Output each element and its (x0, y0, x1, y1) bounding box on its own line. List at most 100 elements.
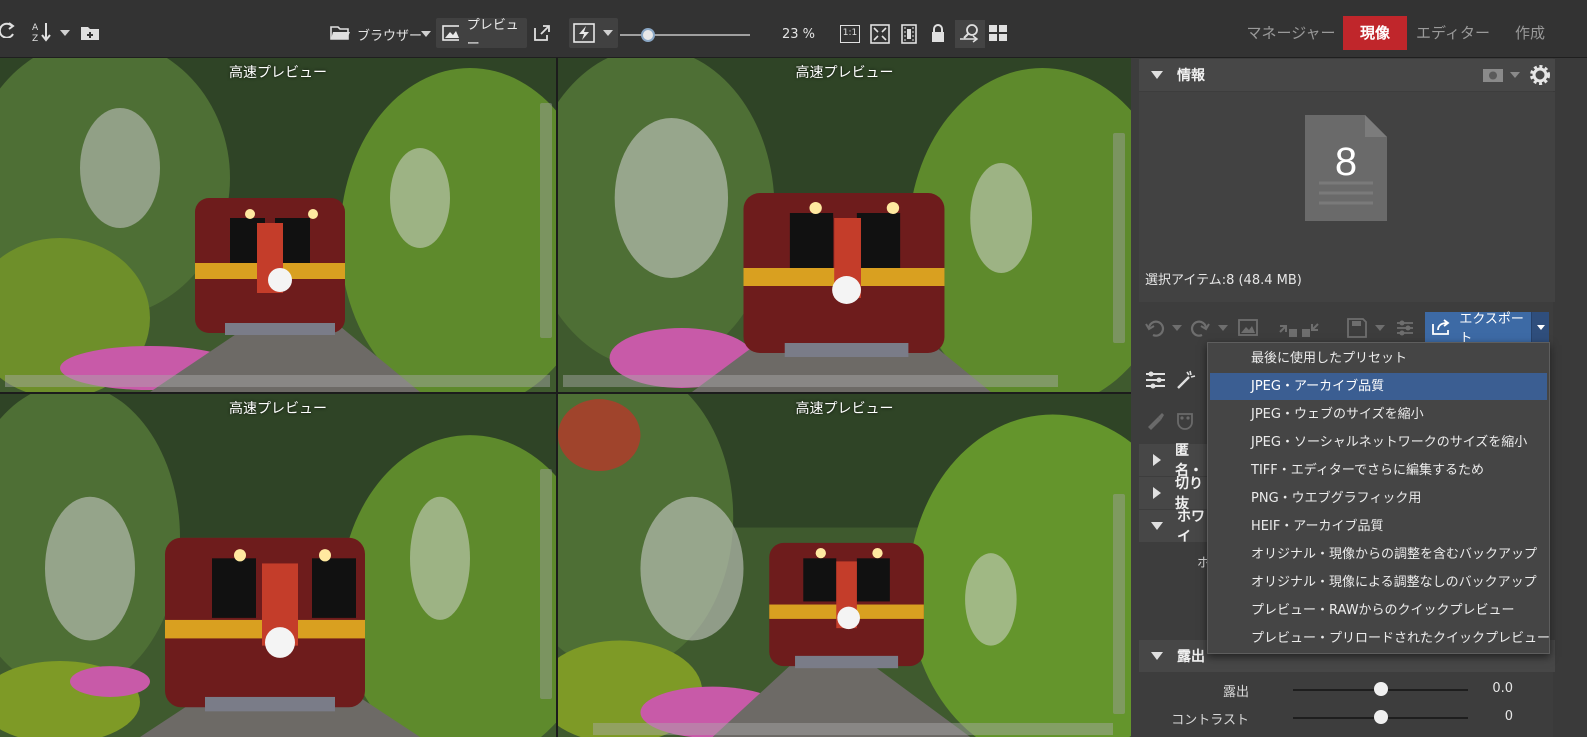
menu-item-heif-archive[interactable]: HEIF・アーカイブ品質 (1210, 513, 1547, 540)
save-icon[interactable] (1347, 318, 1367, 338)
camera-dropdown-icon[interactable] (1510, 72, 1520, 78)
tab-create[interactable]: 作成 (1500, 16, 1560, 50)
thumbnail-hscroll[interactable] (5, 375, 550, 387)
filmstrip-icon[interactable] (900, 24, 918, 44)
thumbnail-caption: 高速プレビュー (795, 401, 894, 417)
thumbnail[interactable]: 高速プレビュー (0, 58, 556, 392)
open-external-icon[interactable] (533, 24, 551, 42)
menu-item-original-without-adjustments[interactable]: オリジナル・現像による調整なしのバックアップ (1210, 569, 1547, 596)
sort-az-icon[interactable]: AZ (32, 21, 72, 43)
thumbnail-vscroll[interactable] (540, 469, 552, 699)
thumbnail[interactable]: 高速プレビュー (0, 394, 556, 737)
menu-item-jpeg-web[interactable]: JPEG・ウェブのサイズを縮小 (1210, 401, 1547, 428)
slider-label: 露出 (1222, 685, 1249, 700)
image-icon (442, 25, 459, 41)
train-photo (0, 58, 556, 392)
grid-view-icon[interactable] (988, 24, 1008, 42)
section-anonymize[interactable]: 匿名・ (1139, 443, 1209, 479)
preview-mode-button[interactable]: プレビュー (436, 18, 527, 52)
undo-icon[interactable] (1145, 318, 1165, 338)
zoom-level: 23 % (782, 27, 816, 42)
menu-item-tiff-editor[interactable]: TIFF・エディターでさらに編集するため (1210, 457, 1547, 484)
quick-fix-button[interactable] (569, 18, 618, 48)
zoom-1-1-button[interactable]: 1:1 (840, 25, 860, 43)
save-dropdown-icon[interactable] (1375, 325, 1385, 331)
section-white-balance[interactable]: ホワイ (1139, 509, 1209, 545)
gear-icon[interactable] (1529, 64, 1551, 86)
preview-mode-label: プレビュー (466, 18, 519, 52)
expand-icon (1153, 454, 1161, 466)
section-crop[interactable]: 切り抜 (1139, 476, 1209, 512)
mask-icon[interactable] (1175, 410, 1195, 430)
menu-item-preview-preloaded[interactable]: プレビュー・プリロードされたクイックプレビュー (1210, 625, 1550, 652)
new-folder-icon[interactable] (80, 24, 102, 42)
redo-dropdown-icon[interactable] (1218, 325, 1228, 331)
compare-button[interactable] (955, 20, 985, 48)
chevron-down-icon (1536, 324, 1545, 330)
thumbnail-vscroll[interactable] (1113, 494, 1125, 714)
section-title: 露出 (1177, 649, 1205, 665)
exposure-slider-row[interactable]: 露出 0.0 (1139, 678, 1555, 700)
selection-count: 8 (1334, 140, 1358, 184)
zoom-slider-track[interactable] (620, 34, 750, 36)
export-button[interactable]: エクスポート (1425, 312, 1531, 346)
top-toolbar: AZ ブラウザー プレビュー 23 % 1:1 マネージャー 現像 エディター … (0, 0, 1587, 58)
train-photo (558, 58, 1131, 392)
fit-screen-icon[interactable] (870, 24, 890, 44)
zoom-slider-knob[interactable] (641, 28, 655, 42)
svg-text:A: A (32, 23, 39, 33)
refresh-icon[interactable] (0, 22, 16, 38)
slider-knob[interactable] (1374, 710, 1388, 724)
panel-scroll-strip[interactable] (1553, 58, 1587, 737)
info-section-title: 情報 (1177, 68, 1205, 84)
lock-icon[interactable] (930, 23, 946, 43)
undo-dropdown-icon[interactable] (1172, 325, 1182, 331)
thumbnail-vscroll[interactable] (540, 103, 552, 338)
thumbnail-vscroll[interactable] (1113, 133, 1125, 343)
export-preset-menu: 最後に使用したプリセット JPEG・アーカイブ品質 JPEG・ウェブのサイズを縮… (1207, 342, 1550, 654)
menu-item-jpeg-archive[interactable]: JPEG・アーカイブ品質 (1210, 373, 1547, 400)
train-photo (558, 394, 1131, 737)
share-icon (1432, 319, 1450, 335)
tab-manager[interactable]: マネージャー (1245, 16, 1337, 50)
slider-knob[interactable] (1374, 682, 1388, 696)
brush-icon[interactable] (1145, 410, 1165, 430)
thumbnail[interactable]: 高速プレビュー (558, 58, 1131, 392)
menu-item-png-web[interactable]: PNG・ウエブグラフィック用 (1210, 485, 1547, 512)
thumbnail[interactable]: 高速プレビュー (558, 394, 1131, 737)
tab-editor[interactable]: エディター (1414, 16, 1492, 50)
menu-item-last-used[interactable]: 最後に使用したプリセット (1210, 345, 1547, 372)
thumbnail-hscroll[interactable] (593, 723, 1113, 735)
redo-icon[interactable] (1190, 318, 1210, 338)
menu-item-preview-raw[interactable]: プレビュー・RAWからのクイックプレビュー (1210, 597, 1547, 624)
thumbnail-caption: 高速プレビュー (229, 65, 327, 81)
section-title: ホワイ (1177, 509, 1205, 545)
image-icon[interactable] (1238, 318, 1258, 338)
copy-paste-icon[interactable] (1278, 318, 1322, 338)
browser-dropdown-icon[interactable] (421, 31, 431, 37)
camera-icon[interactable] (1482, 67, 1504, 83)
browser-mode-label[interactable]: ブラウザー (357, 22, 422, 46)
magic-wand-icon[interactable] (1175, 369, 1197, 391)
svg-text:Z: Z (32, 34, 38, 43)
quick-fix-dropdown-icon (603, 30, 613, 36)
info-section-header[interactable]: 情報 (1139, 59, 1555, 91)
collapse-icon (1151, 522, 1163, 530)
folder-open-icon (330, 26, 350, 40)
export-dropdown-toggle[interactable] (1531, 312, 1549, 342)
slider-value: 0 (1504, 709, 1513, 724)
image-grid: 高速プレビュー 高速プレビュー 高速プレビュー 高速プレビュー (0, 58, 1131, 737)
menu-item-original-with-adjustments[interactable]: オリジナル・現像からの調整を含むバックアップ (1210, 541, 1547, 568)
slider-value: 0.0 (1492, 681, 1513, 696)
thumbnail-hscroll[interactable] (563, 375, 1058, 387)
search-compare-icon (960, 24, 979, 43)
presets-icon[interactable] (1395, 318, 1415, 338)
menu-item-jpeg-social[interactable]: JPEG・ソーシャルネットワークのサイズを縮小 (1210, 429, 1547, 456)
slider-label: コントラスト (1171, 713, 1249, 728)
adjustments-icon[interactable] (1145, 370, 1167, 390)
tab-develop[interactable]: 現像 (1343, 16, 1407, 50)
thumbnail-caption: 高速プレビュー (229, 401, 327, 417)
selection-info: 選択アイテム:8 (48.4 MB) (1145, 273, 1302, 288)
collapse-icon (1151, 652, 1163, 660)
contrast-slider-row[interactable]: コントラスト 0 (1139, 706, 1555, 728)
